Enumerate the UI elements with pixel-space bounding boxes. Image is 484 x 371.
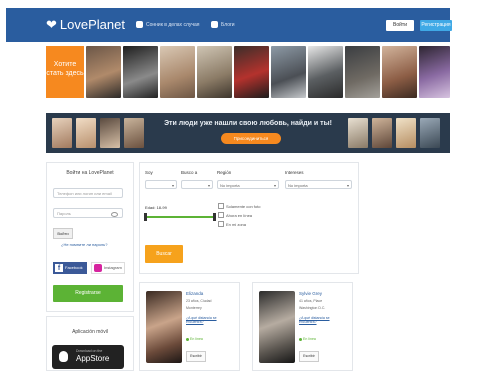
member-photo[interactable] xyxy=(123,46,158,98)
member-photo-strip: Хотите стать здесь xyxy=(46,46,450,98)
member-photo[interactable] xyxy=(86,46,121,98)
checkbox-photo-only[interactable]: Solamente con foto xyxy=(218,203,260,209)
profile-name[interactable]: Elizanda xyxy=(186,291,203,296)
join-button[interactable]: Присоединиться xyxy=(221,133,281,144)
brand-name: LovePlanet xyxy=(59,17,125,32)
checkbox-box[interactable] xyxy=(218,212,224,218)
password-placeholder: Пароль xyxy=(57,211,71,216)
select-intereses[interactable]: No importa ▾ xyxy=(285,180,352,189)
register-green-button[interactable]: Registrarse xyxy=(53,285,123,302)
age-slider-track[interactable] xyxy=(145,216,215,218)
profile-card[interactable]: Elizanda 23 años, Ciudad Monterrey ¿A qu… xyxy=(139,282,240,371)
logo[interactable]: ❤ LovePlanet xyxy=(46,17,125,32)
profile-photo[interactable] xyxy=(146,291,182,363)
member-photo[interactable] xyxy=(234,46,269,98)
field-label-busco: Busco a xyxy=(181,170,198,175)
member-photo[interactable] xyxy=(345,46,380,98)
member-photo[interactable] xyxy=(419,46,450,98)
age-slider-max-handle[interactable] xyxy=(213,213,216,221)
profile-photo[interactable] xyxy=(259,291,295,363)
field-label-intereses: Intereses xyxy=(285,170,304,175)
bird-icon xyxy=(136,21,143,28)
online-label: En línea xyxy=(303,337,316,341)
distance-link[interactable]: ¿A qué distancia se encuentra? xyxy=(299,316,347,324)
checkbox-box[interactable] xyxy=(218,203,224,209)
profile-city: Washington D.C. xyxy=(299,306,326,310)
chevron-down-icon: ▾ xyxy=(207,183,210,188)
member-photo[interactable] xyxy=(308,46,343,98)
site-header: ❤ LovePlanet Сонник в делах случая Блоги… xyxy=(6,8,452,42)
write-message-button[interactable]: Escribir xyxy=(299,351,319,362)
nav-link-dream[interactable]: Сонник в делах случая xyxy=(136,21,199,28)
checkbox-label: Solamente con foto xyxy=(226,203,261,209)
search-panel: Soy ▾ Busco a ▾ Región No importa ▾ Inte… xyxy=(139,162,359,274)
appstore-small-label: Download on the xyxy=(76,349,103,353)
online-dot-icon xyxy=(299,337,302,341)
login-submit-button[interactable]: Войти xyxy=(53,228,73,239)
write-message-button[interactable]: Escribir xyxy=(186,351,206,362)
facebook-icon: f xyxy=(55,264,63,272)
field-label-region: Región xyxy=(217,170,232,175)
field-label-soy: Soy xyxy=(145,170,153,175)
login-button[interactable]: Войти xyxy=(386,20,414,31)
chevron-down-icon: ▾ xyxy=(346,183,349,188)
member-photo[interactable] xyxy=(382,46,417,98)
facebook-login-button[interactable]: f Facebook xyxy=(53,262,87,274)
apple-icon xyxy=(59,351,68,362)
heart-logo-icon: ❤ xyxy=(46,17,57,32)
facebook-label: Facebook xyxy=(65,265,83,270)
select-value: No importa xyxy=(288,183,308,188)
checkbox-box[interactable] xyxy=(218,221,224,227)
profile-city: Monterrey xyxy=(186,306,202,310)
distance-link[interactable]: ¿A qué distancia se encuentra? xyxy=(186,316,234,324)
app-title: Aplicación móvil xyxy=(72,329,108,335)
checkbox-online[interactable]: Ahora en línea xyxy=(218,212,252,218)
checkbox-nearby[interactable]: En mi zona xyxy=(218,221,246,227)
member-photo[interactable] xyxy=(197,46,232,98)
age-label: Edad: 18-99 xyxy=(145,205,167,210)
profile-name[interactable]: Sylvie Grey xyxy=(299,291,322,296)
login-title: Войти на LovePlanet xyxy=(66,170,114,176)
eye-icon[interactable] xyxy=(111,212,118,217)
online-status: En línea xyxy=(186,337,203,341)
online-status: En línea xyxy=(299,337,316,341)
select-busco[interactable]: ▾ xyxy=(181,180,213,189)
nav-link-label: Сонник в делах случая xyxy=(146,21,200,28)
banner-title: Эти люди уже нашли свою любовь, найди и … xyxy=(164,120,332,127)
pen-icon xyxy=(211,21,218,28)
password-field[interactable]: Пароль xyxy=(53,208,123,218)
profile-card[interactable]: Sylvie Grey 41 años, Place Washington D.… xyxy=(252,282,353,371)
chevron-down-icon: ▾ xyxy=(273,183,276,188)
nav-link-label: Блоги xyxy=(221,21,235,28)
success-stories-banner: Эти люди уже нашли свою любовь, найди и … xyxy=(46,113,450,153)
online-dot-icon xyxy=(186,337,189,341)
instagram-login-button[interactable]: Instagram xyxy=(91,262,125,274)
profile-age: 23 años, Ciudad xyxy=(186,299,212,303)
select-value: No importa xyxy=(220,183,240,188)
chevron-down-icon: ▾ xyxy=(171,183,174,188)
be-here-tile[interactable]: Хотите стать здесь xyxy=(46,46,84,98)
checkbox-label: Ahora en línea xyxy=(226,212,253,218)
login-field[interactable]: Телефон или логин или email xyxy=(53,188,123,198)
instagram-icon xyxy=(94,264,102,272)
online-label: En línea xyxy=(190,337,203,341)
search-button[interactable]: Buscar xyxy=(145,245,183,263)
instagram-label: Instagram xyxy=(104,265,122,270)
member-photo[interactable] xyxy=(160,46,195,98)
mobile-app-panel: Aplicación móvil Download on the AppStor… xyxy=(46,316,134,371)
forgot-password-link[interactable]: ¿Не помните ли пароль? xyxy=(61,242,107,247)
register-button[interactable]: Регистрация xyxy=(420,20,452,31)
appstore-big-label: AppStore xyxy=(76,354,110,363)
profile-age: 41 años, Place xyxy=(299,299,323,303)
login-panel: Войти на LovePlanet Телефон или логин ил… xyxy=(46,162,134,312)
select-soy[interactable]: ▾ xyxy=(145,180,177,189)
member-photo[interactable] xyxy=(271,46,306,98)
appstore-button[interactable]: Download on the AppStore xyxy=(52,345,124,369)
select-region[interactable]: No importa ▾ xyxy=(217,180,279,189)
checkbox-label: En mi zona xyxy=(226,221,247,227)
nav-link-blogs[interactable]: Блоги xyxy=(211,21,235,28)
age-slider-min-handle[interactable] xyxy=(144,213,147,221)
